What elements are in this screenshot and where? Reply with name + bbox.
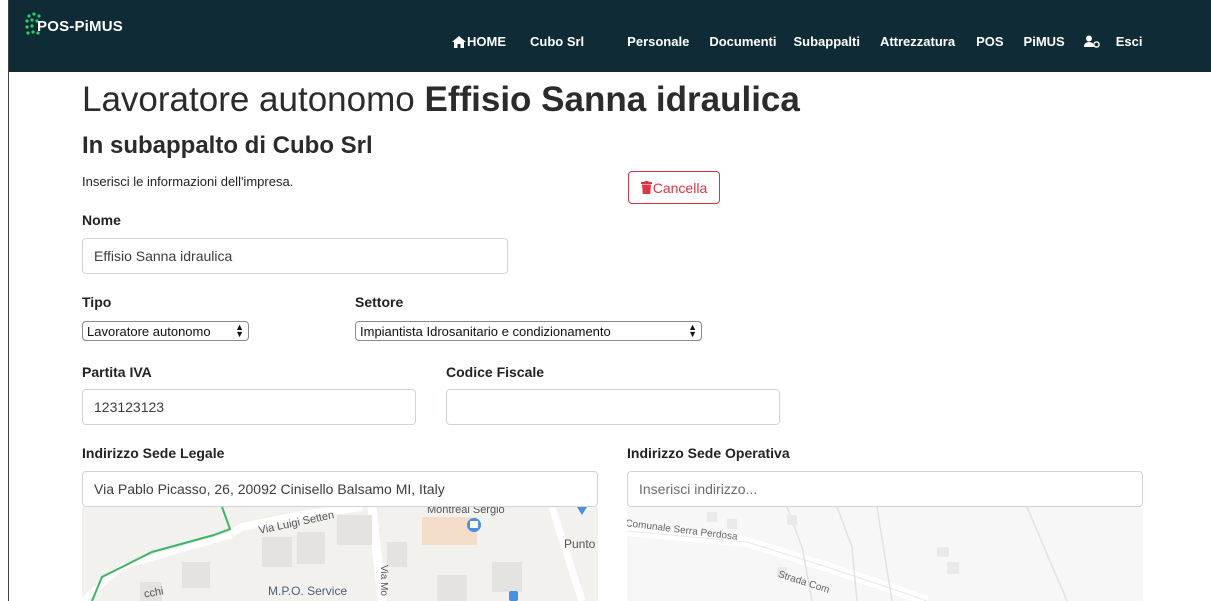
sede-operativa-label: Indirizzo Sede Operativa: [627, 445, 790, 461]
trash-icon: [640, 181, 652, 194]
nav-item-label: HOME: [467, 34, 506, 49]
sede-legale-input[interactable]: [82, 471, 598, 507]
user-settings-icon[interactable]: [1083, 35, 1100, 48]
home-icon: [452, 35, 466, 48]
tipo-select-value: Lavoratore autonomo: [87, 323, 211, 339]
intro-text: Inserisci le informazioni dell'impresa.: [82, 174, 294, 189]
nav-item-pimus[interactable]: PiMUS: [1024, 34, 1065, 49]
nav-item-cubo-srl[interactable]: Cubo Srl: [530, 34, 584, 49]
map-label: Via Mo: [377, 565, 389, 596]
nav-item-pos[interactable]: POS: [976, 34, 1003, 49]
map-sede-operativa[interactable]: Comunale Serra Perdosa Strada Com: [627, 507, 1143, 601]
page-title: Lavoratore autonomo Effisio Sanna idraul…: [82, 80, 800, 120]
sede-legale-label: Indirizzo Sede Legale: [82, 445, 225, 461]
partita-iva-input[interactable]: [82, 389, 416, 425]
page-title-name: Effisio Sanna idraulica: [424, 80, 800, 119]
map-label: Montreal Sergio: [427, 507, 505, 516]
codice-fiscale-label: Codice Fiscale: [446, 364, 545, 380]
nav-menu: HOME Cubo Srl Personale Documenti Subapp…: [452, 34, 1142, 49]
brand-logo[interactable]: POS-PiMUS: [23, 6, 123, 46]
page-title-prefix: Lavoratore autonomo: [82, 80, 415, 119]
nav-item-personale[interactable]: Personale: [627, 34, 689, 49]
map-label: M.P.O. Service: [268, 584, 348, 598]
delete-button[interactable]: Cancella: [628, 171, 720, 204]
map-label: Punto: [564, 537, 596, 551]
select-arrows-icon: ▲ ▼: [688, 322, 697, 339]
nav-item-esci[interactable]: Esci: [1116, 34, 1143, 49]
page-subtitle: In subappalto di Cubo Srl: [82, 132, 373, 159]
nome-label: Nome: [82, 212, 121, 228]
delete-button-label: Cancella: [652, 179, 708, 196]
sede-operativa-input[interactable]: [627, 471, 1143, 507]
select-arrows-icon: ▲ ▼: [235, 322, 244, 339]
tipo-label: Tipo: [82, 294, 112, 310]
settore-select[interactable]: Impiantista Idrosanitario e condizioname…: [355, 321, 702, 341]
map-sede-legale[interactable]: Via Luigi Setten Montreal Sergio Punto M…: [82, 507, 598, 601]
nav-item-home[interactable]: HOME: [452, 34, 506, 49]
brand-name: POS-PiMUS: [37, 17, 123, 35]
nome-input[interactable]: [82, 238, 508, 274]
settore-select-value: Impiantista Idrosanitario e condizioname…: [360, 323, 611, 339]
nav-item-attrezzatura[interactable]: Attrezzatura: [880, 34, 955, 49]
settore-label: Settore: [355, 294, 404, 310]
partita-iva-label: Partita IVA: [82, 364, 152, 380]
tipo-select[interactable]: Lavoratore autonomo ▲ ▼: [82, 321, 249, 341]
nav-item-documenti[interactable]: Documenti: [709, 34, 776, 49]
nav-item-subappalti[interactable]: Subappalti: [794, 34, 860, 49]
window-frame-edge: [8, 0, 9, 601]
codice-fiscale-input[interactable]: [446, 389, 780, 425]
top-navbar: POS-PiMUS HOME Cubo Srl Personale Docume…: [9, 0, 1211, 72]
map-roads: [627, 507, 1143, 601]
